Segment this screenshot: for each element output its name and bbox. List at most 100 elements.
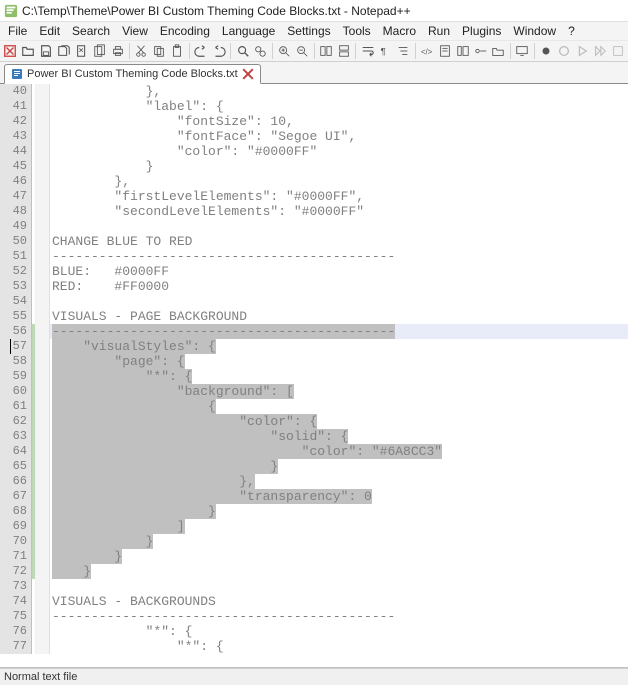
code-text[interactable]: "transparency": 0 — [50, 489, 628, 504]
fold-gutter[interactable] — [36, 504, 50, 519]
fold-gutter[interactable] — [36, 159, 50, 174]
code-text[interactable]: "label": { — [50, 99, 628, 114]
code-text[interactable]: "background": [ — [50, 384, 628, 399]
code-text[interactable]: "fontSize": 10, — [50, 114, 628, 129]
code-line[interactable]: 60 "background": [ — [0, 384, 628, 399]
fold-gutter[interactable] — [36, 594, 50, 609]
fold-gutter[interactable] — [36, 369, 50, 384]
code-text[interactable] — [50, 219, 628, 234]
tab-close-icon[interactable] — [242, 68, 254, 80]
doc-list-icon[interactable] — [454, 42, 471, 60]
save-all-icon[interactable] — [56, 42, 73, 60]
code-text[interactable]: "page": { — [50, 354, 628, 369]
code-line[interactable]: 77 "*": { — [0, 639, 628, 654]
code-text[interactable]: "secondLevelElements": "#0000FF" — [50, 204, 628, 219]
code-line[interactable]: 46 }, — [0, 174, 628, 189]
code-line[interactable]: 62 "color": { — [0, 414, 628, 429]
menu-settings[interactable]: Settings — [281, 23, 336, 39]
fold-gutter[interactable] — [36, 144, 50, 159]
code-line[interactable]: 63 "solid": { — [0, 429, 628, 444]
code-text[interactable]: "*": { — [50, 624, 628, 639]
fold-gutter[interactable] — [36, 579, 50, 594]
code-text[interactable]: "visualStyles": { — [50, 339, 628, 354]
fold-gutter[interactable] — [36, 474, 50, 489]
code-line[interactable]: 68 } — [0, 504, 628, 519]
menu-encoding[interactable]: Encoding — [154, 23, 216, 39]
menu-tools[interactable]: Tools — [337, 23, 377, 39]
code-line[interactable]: 70 } — [0, 534, 628, 549]
menu-file[interactable]: File — [2, 23, 33, 39]
fold-gutter[interactable] — [36, 84, 50, 99]
fold-gutter[interactable] — [36, 429, 50, 444]
code-text[interactable]: }, — [50, 474, 628, 489]
code-line[interactable]: 40 }, — [0, 84, 628, 99]
indent-guide-icon[interactable] — [395, 42, 412, 60]
print-icon[interactable] — [109, 42, 126, 60]
save-icon[interactable] — [38, 42, 55, 60]
code-text[interactable]: } — [50, 504, 628, 519]
code-line[interactable]: 59 "*": { — [0, 369, 628, 384]
code-line[interactable]: 74VISUALS - BACKGROUNDS — [0, 594, 628, 609]
fold-gutter[interactable] — [36, 204, 50, 219]
fold-gutter[interactable] — [36, 324, 50, 339]
fold-gutter[interactable] — [36, 174, 50, 189]
fold-gutter[interactable] — [36, 639, 50, 654]
fold-gutter[interactable] — [36, 279, 50, 294]
zoom-in-icon[interactable] — [276, 42, 293, 60]
code-text[interactable]: ----------------------------------------… — [50, 249, 628, 264]
code-text[interactable] — [50, 294, 628, 309]
menu-language[interactable]: Language — [216, 23, 281, 39]
menu-search[interactable]: Search — [66, 23, 116, 39]
code-text[interactable]: VISUALS - PAGE BACKGROUND — [50, 309, 628, 324]
fold-gutter[interactable] — [36, 534, 50, 549]
fold-gutter[interactable] — [36, 234, 50, 249]
sync-v-icon[interactable] — [317, 42, 334, 60]
code-line[interactable]: 47 "firstLevelElements": "#0000FF", — [0, 189, 628, 204]
code-line[interactable]: 72 } — [0, 564, 628, 579]
code-line[interactable]: 44 "color": "#0000FF" — [0, 144, 628, 159]
code-line[interactable]: 61 { — [0, 399, 628, 414]
new-icon[interactable] — [2, 42, 19, 60]
fold-gutter[interactable] — [36, 354, 50, 369]
code-line[interactable]: 51--------------------------------------… — [0, 249, 628, 264]
code-text[interactable]: "color": "#0000FF" — [50, 144, 628, 159]
code-line[interactable]: 41 "label": { — [0, 99, 628, 114]
code-line[interactable]: 49 — [0, 219, 628, 234]
fold-gutter[interactable] — [36, 339, 50, 354]
close-all-icon[interactable] — [91, 42, 108, 60]
fold-gutter[interactable] — [36, 624, 50, 639]
code-text[interactable]: } — [50, 549, 628, 564]
code-line[interactable]: 56--------------------------------------… — [0, 324, 628, 339]
code-line[interactable]: 73 — [0, 579, 628, 594]
stop-icon[interactable] — [556, 42, 573, 60]
close-icon[interactable] — [73, 42, 90, 60]
menu-help[interactable]: ? — [562, 23, 581, 39]
code-text[interactable]: "fontFace": "Segoe UI", — [50, 129, 628, 144]
code-text[interactable]: } — [50, 459, 628, 474]
code-line[interactable]: 71 } — [0, 549, 628, 564]
fold-gutter[interactable] — [36, 249, 50, 264]
code-line[interactable]: 55VISUALS - PAGE BACKGROUND — [0, 309, 628, 324]
file-tab[interactable]: Power BI Custom Theming Code Blocks.txt — [4, 64, 261, 84]
code-text[interactable]: } — [50, 564, 628, 579]
code-text[interactable]: "color": { — [50, 414, 628, 429]
menu-edit[interactable]: Edit — [33, 23, 66, 39]
code-line[interactable]: 76 "*": { — [0, 624, 628, 639]
code-line[interactable]: 57 "visualStyles": { — [0, 339, 628, 354]
code-line[interactable]: 58 "page": { — [0, 354, 628, 369]
code-text[interactable]: }, — [50, 84, 628, 99]
code-text[interactable]: ----------------------------------------… — [50, 324, 628, 339]
zoom-out-icon[interactable] — [294, 42, 311, 60]
code-line[interactable]: 42 "fontSize": 10, — [0, 114, 628, 129]
code-text[interactable]: } — [50, 159, 628, 174]
redo-icon[interactable] — [210, 42, 227, 60]
lang-ud-icon[interactable]: </> — [419, 42, 436, 60]
fold-gutter[interactable] — [36, 564, 50, 579]
show-all-chars-icon[interactable]: ¶ — [377, 42, 394, 60]
code-line[interactable]: 52BLUE: #0000FF — [0, 264, 628, 279]
code-line[interactable]: 43 "fontFace": "Segoe UI", — [0, 129, 628, 144]
fold-gutter[interactable] — [36, 399, 50, 414]
fold-gutter[interactable] — [36, 264, 50, 279]
code-line[interactable]: 64 "color": "#6A8CC3" — [0, 444, 628, 459]
code-text[interactable] — [50, 579, 628, 594]
